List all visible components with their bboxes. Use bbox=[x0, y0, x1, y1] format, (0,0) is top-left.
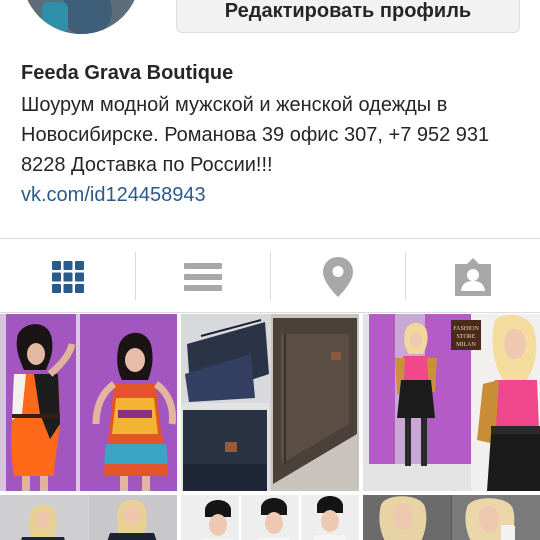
photo-colorblock-dress: FASHION STORE MILAN bbox=[363, 314, 540, 491]
profile-view-tabs bbox=[0, 241, 540, 312]
profile-header: Редактировать профиль bbox=[0, 0, 540, 40]
tab-map[interactable] bbox=[270, 241, 405, 312]
tab-tagged[interactable] bbox=[405, 241, 540, 312]
profile-description: Шоурум модной мужской и женской одежды в… bbox=[21, 94, 490, 176]
profile-bio: Feeda Grava Boutique Шоурум модной мужск… bbox=[21, 60, 526, 210]
tagged-person-icon bbox=[454, 257, 491, 296]
sign-text-2: STORE bbox=[457, 334, 476, 340]
photo-blonde-phones bbox=[363, 495, 540, 540]
sign-text-1: FASHION bbox=[453, 326, 479, 332]
list-icon bbox=[183, 262, 222, 291]
sign-text-3: MILAN bbox=[456, 342, 476, 348]
edit-profile-button[interactable]: Редактировать профиль bbox=[176, 0, 520, 33]
photo-tile-6[interactable] bbox=[363, 495, 540, 540]
profile-avatar[interactable] bbox=[22, 0, 140, 34]
tab-list[interactable] bbox=[135, 241, 270, 312]
photo-tile-5[interactable] bbox=[181, 495, 359, 540]
map-pin-icon bbox=[322, 256, 353, 297]
tab-grid[interactable] bbox=[0, 241, 135, 312]
photo-blonde-tops bbox=[0, 495, 177, 540]
photo-tile-3[interactable]: FASHION STORE MILAN bbox=[363, 314, 540, 491]
photo-trousers bbox=[181, 314, 359, 491]
divider-top bbox=[0, 238, 540, 239]
divider-bottom bbox=[0, 312, 540, 313]
photo-tile-1[interactable] bbox=[0, 314, 177, 491]
photo-beanies bbox=[181, 495, 359, 540]
photo-two-dresses bbox=[0, 314, 177, 491]
photo-tile-4[interactable] bbox=[0, 495, 177, 540]
grid-icon bbox=[51, 260, 84, 293]
profile-name: Feeda Grava Boutique bbox=[21, 62, 234, 84]
photo-tile-2[interactable] bbox=[181, 314, 359, 491]
profile-link[interactable]: vk.com/id124458943 bbox=[21, 180, 526, 210]
